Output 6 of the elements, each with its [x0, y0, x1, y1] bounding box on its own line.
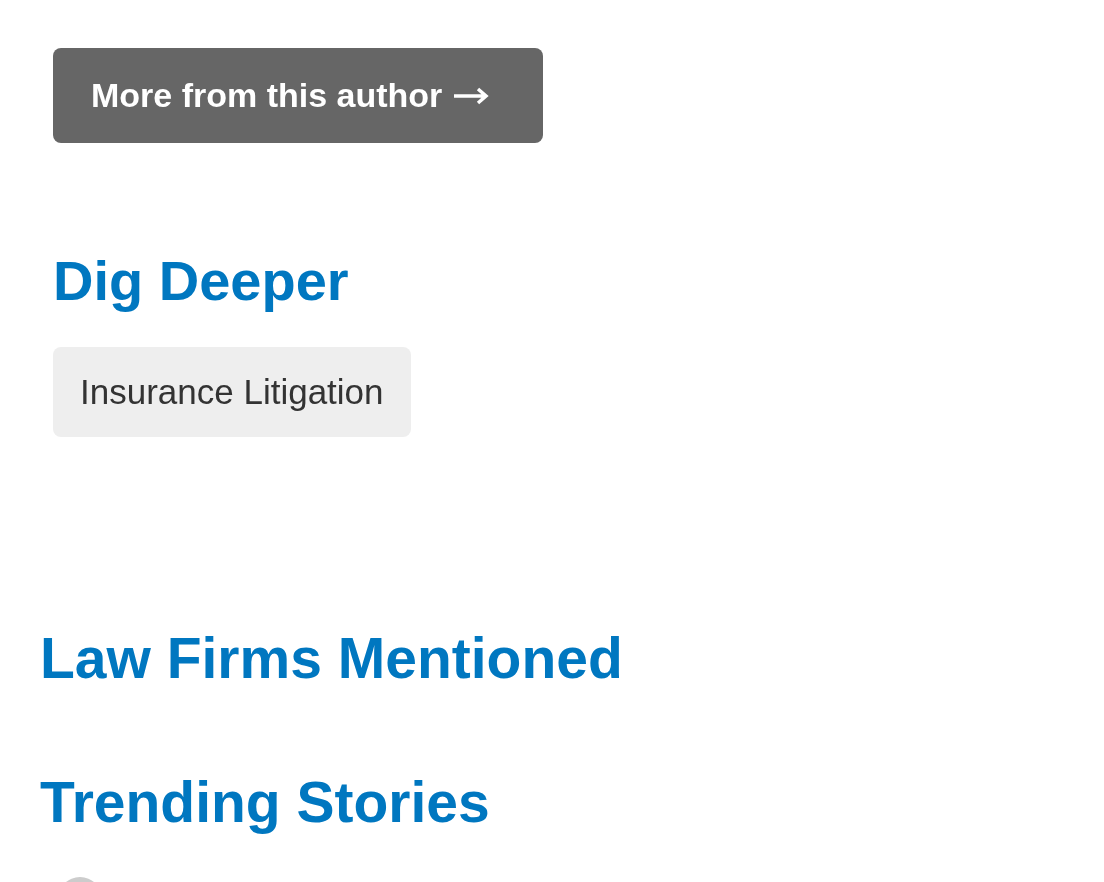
arrow-right-icon: [454, 85, 491, 106]
more-from-author-button[interactable]: More from this author: [53, 48, 543, 143]
topic-tag[interactable]: Insurance Litigation: [53, 347, 411, 437]
section-heading: Dig Deeper: [53, 249, 350, 313]
section-heading: Law Firms Mentioned: [40, 625, 624, 691]
section-heading: Trending Stories: [40, 769, 491, 835]
